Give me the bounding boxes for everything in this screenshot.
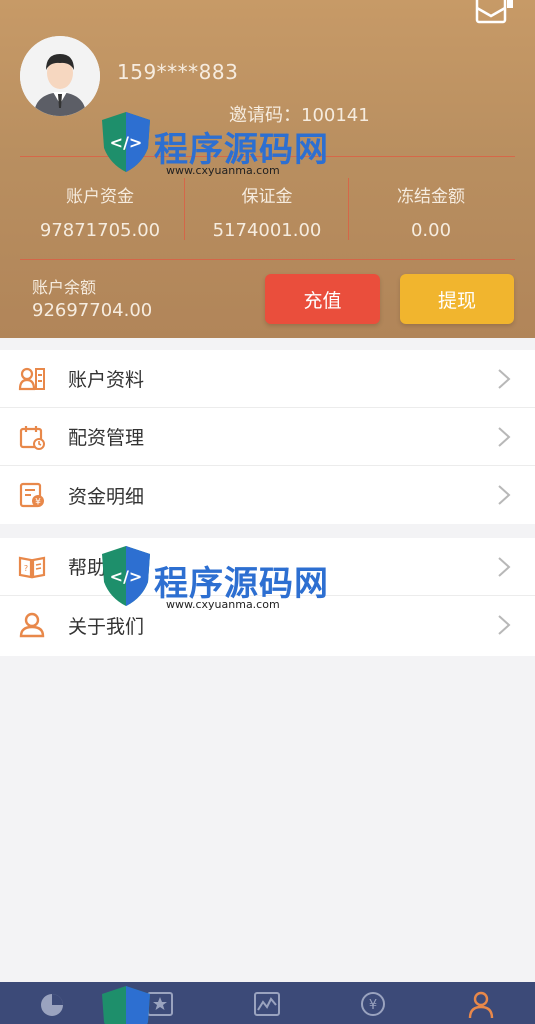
chevron-right-icon [498,485,511,505]
stat-value: 0.00 [410,220,452,241]
yen-icon[interactable]: ¥ [358,988,388,1018]
avatar-image [20,36,100,116]
stat-frozen: 冻结金额 0.00 [368,182,494,241]
account-balance: 账户余额 92697704.00 [32,274,152,321]
svg-text:?: ? [24,564,28,573]
stat-label: 账户资金 [66,187,134,207]
user-icon[interactable] [466,988,496,1018]
balance-value: 92697704.00 [32,300,153,321]
trend-icon[interactable] [252,988,282,1018]
divider-bottom [20,259,515,260]
withdraw-button[interactable]: 提现 [400,274,514,324]
stat-account-funds: 账户资金 97871705.00 [35,182,165,241]
person-icon [19,612,45,638]
user-phone: 159****883 [117,60,239,84]
menu-item-label: 帮助中心 [68,557,145,579]
menu-item-account-info[interactable]: 账户资料 [0,350,535,408]
divider-top [20,156,515,157]
menu-item-fund-details[interactable]: ¥ 资金明细 [0,466,535,524]
menu-item-help-center[interactable]: ? 帮助中心 [0,538,535,596]
chevron-right-icon [498,557,511,577]
svg-text:¥: ¥ [369,998,377,1013]
ledger-icon: ¥ [19,482,44,508]
chevron-right-icon [498,369,511,389]
account-header: 159****883 邀请码：100141 账户资金 97871705.00 保… [0,0,535,338]
stat-value: 97871705.00 [39,220,161,241]
menu-group-info: ? 帮助中心 关于我们 [0,538,535,656]
calendar-icon [19,426,45,450]
avatar[interactable] [20,36,100,116]
stat-value: 5174001.00 [212,220,322,241]
stat-label: 保证金 [241,187,293,207]
profile-page: 159****883 邀请码：100141 账户资金 97871705.00 保… [0,0,535,1024]
divider-vertical-1 [184,178,185,240]
balance-label: 账户余额 [32,278,97,297]
menu-item-about-us[interactable]: 关于我们 [0,596,535,654]
menu-item-label: 关于我们 [68,615,145,638]
stat-margin: 保证金 5174001.00 [202,182,332,241]
chevron-right-icon [498,615,511,635]
bottom-tab-bar: ¥ [0,982,535,1024]
pie-chart-icon[interactable] [37,988,67,1018]
menu-group-account: 账户资料 配资管理 ¥ 资金明细 [0,350,535,524]
invite-code: 邀请码：100141 [229,105,370,126]
menu-item-label: 配资管理 [68,427,145,449]
recharge-button[interactable]: 充值 [265,274,380,324]
user-card-icon [18,367,45,391]
divider-vertical-2 [348,178,349,240]
menu-item-label: 账户资料 [68,369,145,391]
chevron-right-icon [498,427,511,447]
book-icon: ? [18,556,46,579]
message-icon[interactable] [471,0,517,28]
menu-item-allocation[interactable]: 配资管理 [0,408,535,466]
stat-label: 冻结金额 [397,187,465,207]
menu-item-label: 资金明细 [68,485,145,508]
star-icon[interactable] [145,988,175,1018]
svg-text:¥: ¥ [35,498,41,508]
